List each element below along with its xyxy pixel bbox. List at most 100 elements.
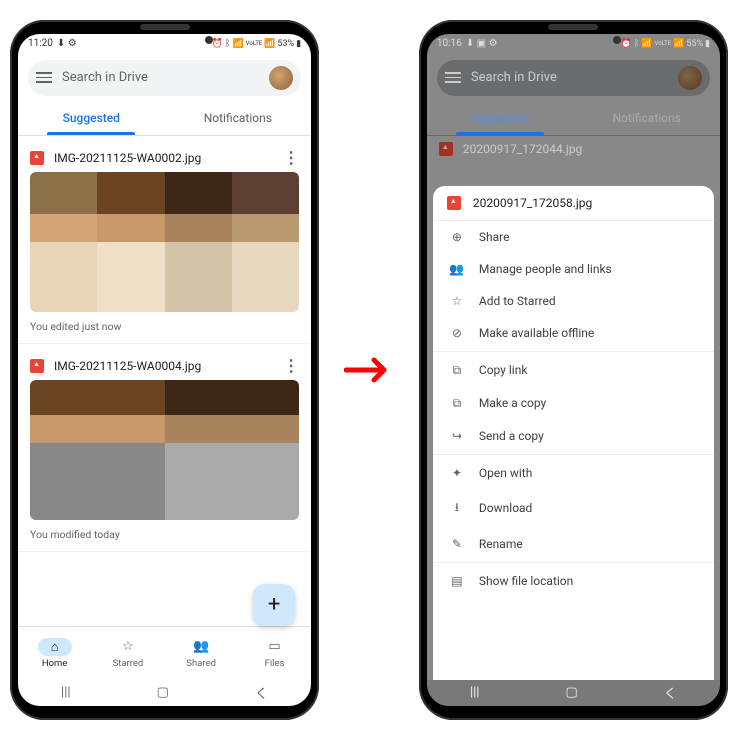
menu-item[interactable]: ▤ Show file location: [433, 565, 714, 597]
sheet-file-name: 20200917_172058.jpg: [473, 196, 592, 210]
file-name: IMG-20211125-WA0002.jpg: [54, 151, 273, 165]
file-card[interactable]: IMG-20211125-WA0002.jpg ⋮ You edited jus…: [18, 136, 311, 344]
action-sheet: 20200917_172058.jpg ⊕ Share 👥Manage people…: [433, 186, 714, 680]
signal-icon: 📶: [264, 39, 275, 49]
more-icon[interactable]: ⋮: [283, 356, 299, 375]
menu-icon[interactable]: [445, 72, 461, 83]
back-button[interactable]: く: [255, 683, 268, 702]
menu-item-label: Add to Starred: [479, 294, 556, 308]
menu-item[interactable]: ✎ Rename: [433, 528, 714, 560]
tabs: Suggested Notifications: [18, 102, 311, 136]
home-button[interactable]: ▢: [157, 685, 169, 700]
file-meta: You modified today: [30, 520, 299, 543]
nav-starred[interactable]: ☆ Starred: [91, 627, 164, 680]
avatar[interactable]: [678, 66, 702, 90]
star-icon: ☆: [449, 294, 465, 308]
file-list: IMG-20211125-WA0002.jpg ⋮ You edited jus…: [18, 136, 311, 626]
avatar[interactable]: [269, 66, 293, 90]
signal-icon: 📶: [673, 39, 684, 49]
home-button[interactable]: ▢: [566, 685, 578, 700]
bottom-nav: ⌂ Home ☆ Starred 👥 Shared ▭ Files: [18, 626, 311, 680]
tab-notifications[interactable]: Notifications: [573, 102, 720, 135]
status-left-icons: ⬇ ⚙: [57, 38, 77, 49]
menu-item-label: Show file location: [479, 574, 573, 588]
menu-item-label: Download: [479, 501, 532, 515]
file-name: 20200917_172044.jpg: [463, 142, 708, 156]
more-icon[interactable]: ⋮: [283, 148, 299, 167]
file-meta: You edited just now: [30, 312, 299, 335]
nav-label: Shared: [186, 658, 216, 669]
wifi-icon: 📶: [641, 39, 652, 49]
person-plus-icon: ⊕: [449, 230, 465, 244]
menu-item-label: Rename: [479, 537, 523, 551]
system-nav: ||| ▢ く: [18, 680, 311, 706]
screen-left: 11:20 ⬇ ⚙ ⏰ ᛒ 📶 VoLTE 📶 53% ▮ Search in …: [18, 34, 311, 706]
file-thumbnail[interactable]: [30, 172, 299, 312]
location-icon: ▤: [449, 574, 465, 588]
menu-item[interactable]: ⧉ Copy link: [433, 354, 714, 387]
flow-arrow-icon: [339, 350, 399, 390]
menu-icon[interactable]: [36, 72, 52, 83]
tab-suggested[interactable]: Suggested: [427, 102, 574, 135]
menu-item[interactable]: ⧉ Make a copy: [433, 387, 714, 420]
status-left-icons: ⬇ ▣ ⚙: [466, 38, 498, 49]
menu-item[interactable]: ⊕ Share: [433, 221, 714, 253]
nav-home[interactable]: ⌂ Home: [18, 627, 91, 680]
fab-new-button[interactable]: +: [253, 584, 295, 626]
volte-icon: VoLTE: [246, 40, 263, 47]
phone-left: 11:20 ⬇ ⚙ ⏰ ᛒ 📶 VoLTE 📶 53% ▮ Search in …: [10, 20, 319, 720]
screen-right: 10:16 ⬇ ▣ ⚙ ⏰ ᛒ 📶 VoLTE 📶 55% ▮ Search i…: [427, 34, 720, 706]
recents-button[interactable]: |||: [61, 685, 71, 700]
nav-shared[interactable]: 👥 Shared: [165, 627, 238, 680]
nav-files[interactable]: ▭ Files: [238, 627, 311, 680]
menu-item[interactable]: ☆ Add to Starred: [433, 285, 714, 317]
open-with-icon: ✦: [449, 466, 465, 480]
status-time: 10:16: [437, 38, 462, 49]
status-time: 11:20: [28, 38, 53, 49]
background-file-row: 20200917_172044.jpg: [427, 136, 720, 162]
menu-item[interactable]: ⭳ Download: [433, 489, 714, 528]
battery-icon: ▮: [705, 39, 710, 49]
image-file-icon: [30, 359, 44, 373]
image-file-icon: [447, 196, 461, 210]
file-card[interactable]: IMG-20211125-WA0004.jpg ⋮ You modified t…: [18, 344, 311, 552]
status-bar: 11:20 ⬇ ⚙ ⏰ ᛒ 📶 VoLTE 📶 53% ▮: [18, 34, 311, 54]
alarm-icon: ⏰: [212, 39, 223, 49]
copy-icon: ⧉: [449, 396, 465, 411]
send-icon: ↪: [449, 429, 465, 443]
menu-item-label: Make a copy: [479, 396, 546, 410]
alarm-icon: ⏰: [621, 39, 632, 49]
tab-notifications[interactable]: Notifications: [165, 102, 312, 135]
volte-icon: VoLTE: [655, 40, 672, 47]
menu-item-label: Share: [479, 230, 510, 244]
nav-label: Files: [265, 658, 285, 669]
back-button[interactable]: く: [664, 683, 677, 702]
menu-item-label: Copy link: [479, 363, 528, 377]
link-icon: ⧉: [449, 363, 465, 378]
recents-button[interactable]: |||: [470, 685, 480, 700]
nav-label: Home: [42, 658, 68, 669]
menu-item[interactable]: 👥Manage people and links: [433, 253, 714, 285]
menu-item[interactable]: ⊘Make available offline: [433, 317, 714, 349]
phone-right: 10:16 ⬇ ▣ ⚙ ⏰ ᛒ 📶 VoLTE 📶 55% ▮ Search i…: [419, 20, 728, 720]
battery-icon: ▮: [296, 39, 301, 49]
search-input[interactable]: Search in Drive: [62, 70, 259, 85]
home-icon: ⌂: [51, 639, 59, 655]
menu-item[interactable]: ↪Send a copy: [433, 420, 714, 452]
shared-icon: 👥: [193, 639, 209, 654]
rename-icon: ✎: [449, 537, 465, 551]
status-bar: 10:16 ⬇ ▣ ⚙ ⏰ ᛒ 📶 VoLTE 📶 55% ▮: [427, 34, 720, 54]
file-thumbnail[interactable]: [30, 380, 299, 520]
search-bar[interactable]: Search in Drive: [437, 60, 710, 96]
menu-separator: [433, 562, 714, 563]
bluetooth-icon: ᛒ: [634, 39, 639, 49]
search-bar[interactable]: Search in Drive: [28, 60, 301, 96]
menu-separator: [433, 454, 714, 455]
bluetooth-icon: ᛒ: [225, 39, 230, 49]
star-icon: ☆: [122, 639, 134, 654]
search-input[interactable]: Search in Drive: [471, 70, 668, 85]
menu-item[interactable]: ✦Open with: [433, 457, 714, 489]
download-icon: ⭳: [449, 498, 465, 519]
tab-suggested[interactable]: Suggested: [18, 102, 165, 135]
nav-label: Starred: [113, 658, 144, 669]
